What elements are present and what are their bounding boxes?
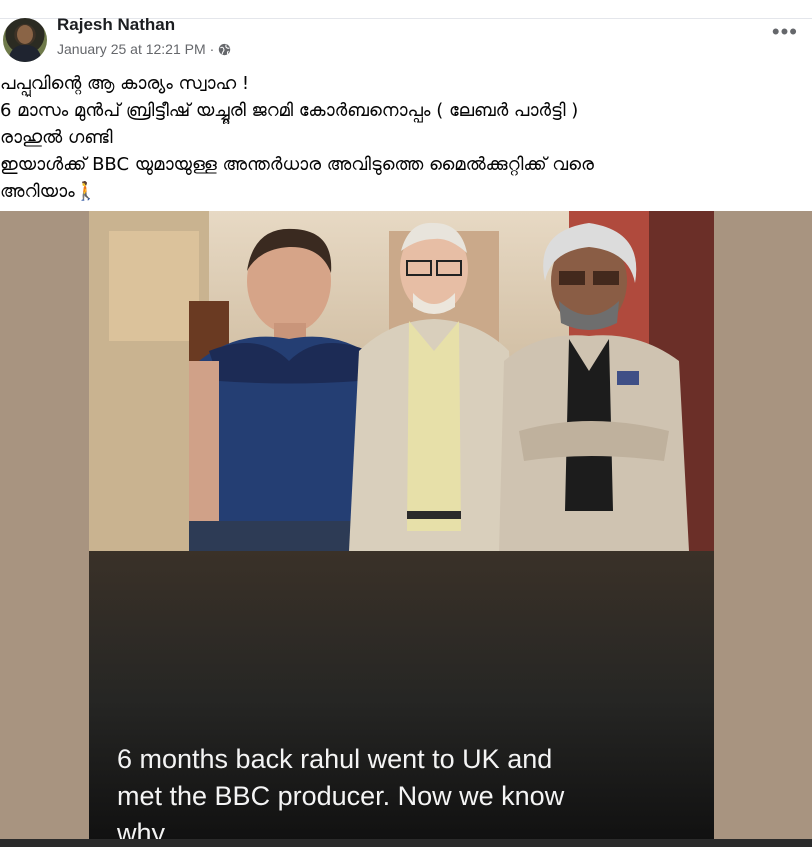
avatar-shirt (9, 45, 41, 62)
avatar-face (17, 25, 33, 44)
post-text-line: രാഹുൽ ഗണ്ടി (0, 127, 113, 148)
caption-line: 6 months back rahul went to UK and (117, 744, 553, 774)
post-header: Rajesh Nathan January 25 at 12:21 PM · •… (0, 14, 812, 66)
post-text-line: ഇയാൾക്ക് BBC യുമായുള്ള അന്തർധാര അവിടുത്ത… (0, 154, 594, 175)
bottom-bar (0, 839, 812, 847)
post-text-line: പപ്പുവിന്റെ ആ കാര്യം സ്വാഹ ! (0, 73, 250, 94)
more-options-button[interactable]: ••• (772, 21, 798, 43)
globe-icon[interactable] (218, 43, 231, 56)
post-text-line: 6 മാസം മുൻപ് ബ്രിട്ടീഷ് യച്ചൂരി ജറമി കോർ… (0, 100, 579, 121)
author-avatar[interactable] (3, 18, 47, 62)
meta-separator: · (209, 41, 215, 57)
post-timestamp[interactable]: January 25 at 12:21 PM (57, 41, 206, 57)
post-photo[interactable]: 6 months back rahul went to UK and met t… (89, 211, 714, 847)
post-text: പപ്പുവിന്റെ ആ കാര്യം സ്വാഹ ! 6 മാസം മുൻപ… (0, 70, 812, 205)
author-name[interactable]: Rajesh Nathan (57, 15, 175, 35)
post-media[interactable]: 6 months back rahul went to UK and met t… (0, 211, 812, 847)
post-meta: January 25 at 12:21 PM · (57, 41, 231, 57)
post-text-line: അറിയാം🚶 (0, 181, 98, 202)
caption-line: met the BBC producer. Now we know (117, 781, 565, 811)
image-caption: 6 months back rahul went to UK and met t… (117, 741, 697, 847)
